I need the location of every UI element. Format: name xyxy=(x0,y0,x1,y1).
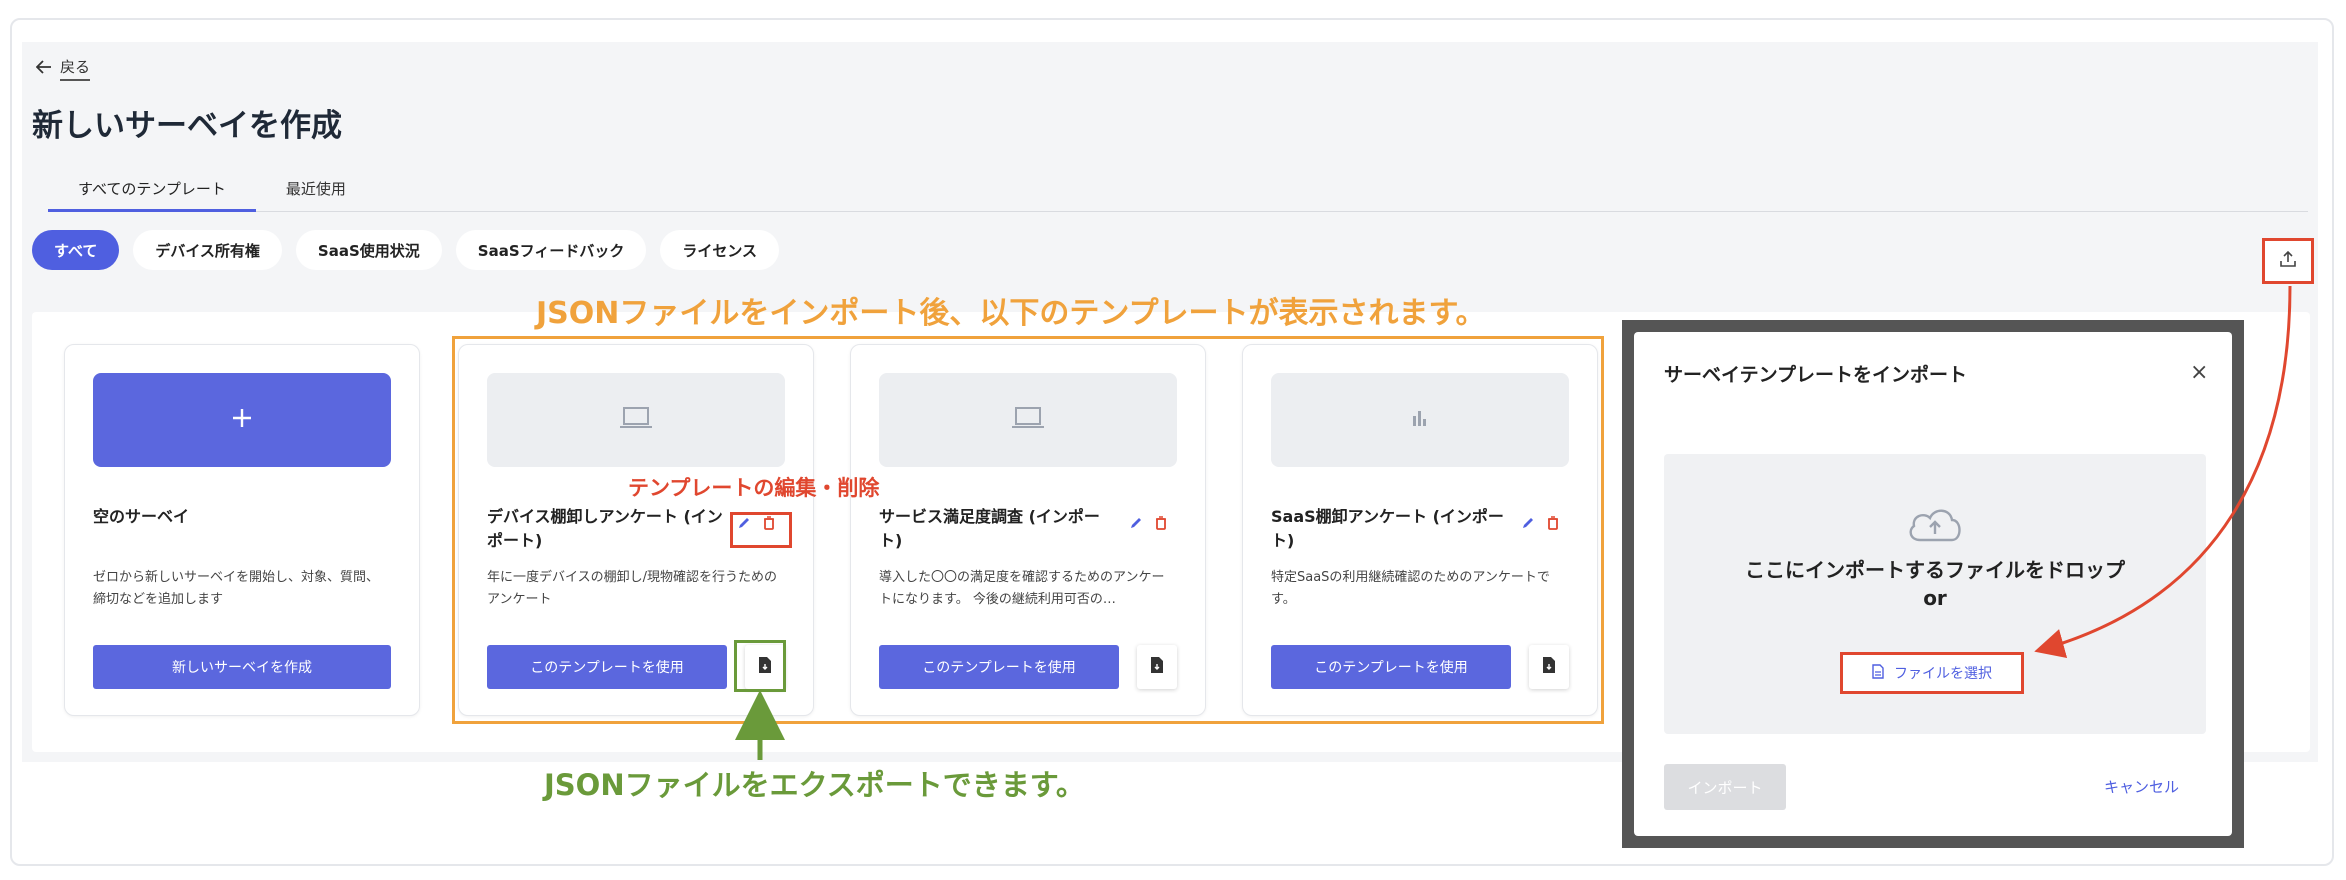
arrow-to-file-button xyxy=(2034,285,2292,659)
annotation-arrows xyxy=(735,285,2292,760)
